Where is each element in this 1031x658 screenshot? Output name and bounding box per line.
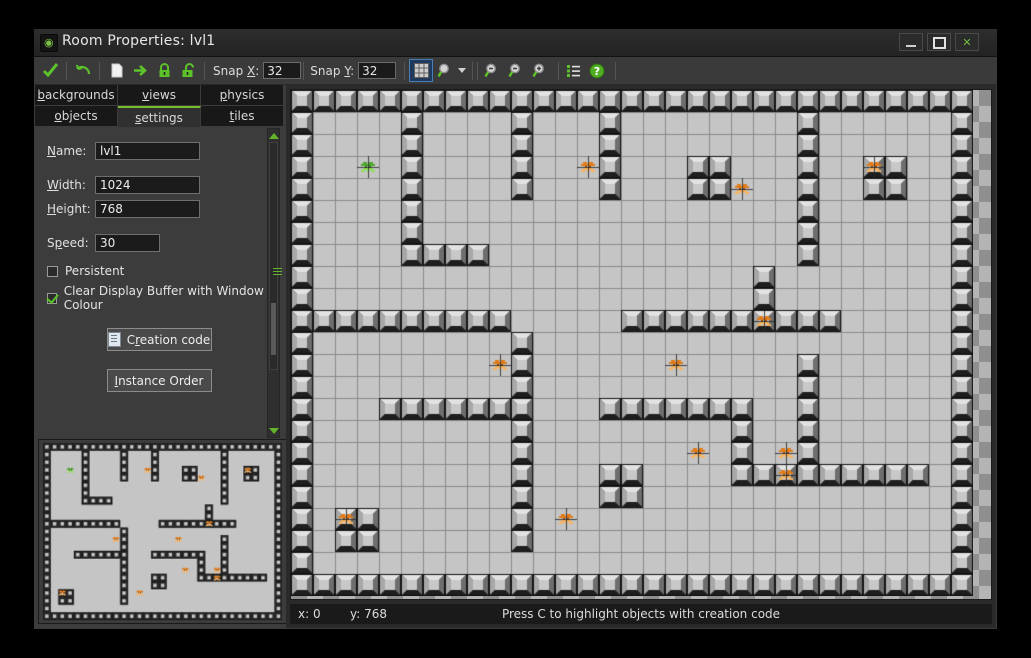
minimize-button[interactable]	[899, 33, 923, 51]
scroll-up-arrow-icon[interactable]	[268, 129, 279, 142]
room-tile-canvas[interactable]	[291, 90, 973, 596]
tab-physics-label: hysics	[227, 88, 265, 102]
gamemaker-icon: ◉	[40, 34, 58, 52]
left-panel: b ackgrounds v iews p hysics o bjects s ettin…	[35, 85, 288, 628]
tab-objects[interactable]: o bjects	[35, 106, 118, 127]
tab-tiles-label: iles	[234, 109, 255, 123]
status-bar: x: 0 y: 768 Press C to highlight objects…	[290, 604, 992, 624]
settings-form: Name: Width: Height: Speed: Persistent	[35, 128, 283, 438]
tab-row-1: b ackgrounds v iews p hysics	[35, 85, 283, 106]
tab-objects-label: bjects	[61, 109, 98, 123]
tab-backgrounds[interactable]: b ackgrounds	[35, 85, 118, 106]
window-title-bar: ◉ Room Properties: lvl1 ✕	[34, 29, 997, 57]
clear-buffer-checkbox-row[interactable]: Clear Display Buffer with Window Colour	[47, 284, 271, 312]
grid-icon[interactable]	[409, 59, 434, 82]
new-page-icon[interactable]	[104, 59, 128, 82]
name-input[interactable]	[95, 142, 200, 160]
tab-views[interactable]: v iews	[118, 85, 201, 106]
name-label: Name:	[47, 144, 87, 158]
confirm-ok-icon[interactable]	[38, 59, 62, 82]
room-canvas-viewport[interactable]	[290, 89, 992, 600]
speed-label: Speed:	[47, 236, 89, 250]
scrollbar-thumb[interactable]	[271, 303, 276, 355]
svg-text:?: ?	[594, 65, 600, 78]
speed-field-row: Speed:	[47, 234, 271, 252]
persistent-checkbox-row[interactable]: Persistent	[47, 264, 271, 278]
room-minimap-preview[interactable]	[38, 439, 288, 624]
clear-buffer-checkbox[interactable]	[47, 292, 57, 304]
zoom-in-icon[interactable]	[528, 59, 552, 82]
snap-x-input[interactable]	[263, 62, 302, 79]
tab-tiles[interactable]: t iles	[201, 106, 283, 127]
window-title: Room Properties: lvl1	[62, 33, 216, 49]
arrow-right-icon[interactable]	[128, 59, 152, 82]
lock-closed-icon[interactable]	[152, 59, 176, 82]
splitter-grip-icon[interactable]	[273, 268, 282, 277]
scroll-down-arrow-icon[interactable]	[268, 424, 279, 437]
document-icon	[107, 332, 121, 347]
tab-settings-label: ettings	[141, 110, 183, 125]
height-label: Height:	[47, 202, 91, 216]
tab-backgrounds-label: ackgrounds	[45, 88, 115, 102]
snap-y-input[interactable]	[358, 62, 397, 79]
width-label: Width:	[47, 178, 86, 192]
persistent-label: Persistent	[65, 264, 125, 278]
height-input[interactable]	[95, 200, 200, 218]
list-icon[interactable]	[561, 59, 585, 82]
instance-order-label: Instance Order	[114, 373, 204, 388]
persistent-checkbox[interactable]	[47, 265, 58, 277]
zoom-dropdown-caret-icon[interactable]	[458, 68, 467, 73]
clear-buffer-label: Clear Display Buffer with Window Colour	[63, 284, 264, 312]
creation-code-label: Creation code	[126, 332, 211, 347]
maximize-button[interactable]	[927, 33, 951, 51]
snap-x-label: Snap X:	[213, 63, 260, 78]
tab-views-label: iews	[149, 88, 176, 102]
room-view-panel: x: 0 y: 768 Press C to highlight objects…	[286, 85, 996, 628]
speed-input[interactable]	[95, 234, 160, 252]
help-icon[interactable]: ?	[585, 59, 609, 82]
tab-row-2: o bjects s ettings t iles	[35, 106, 283, 127]
width-input[interactable]	[95, 176, 200, 194]
zoom-out-icon[interactable]	[480, 59, 504, 82]
scrollbar-track[interactable]	[269, 142, 282, 370]
undo-icon[interactable]	[71, 59, 95, 82]
tab-settings[interactable]: s ettings	[118, 106, 201, 127]
status-hint-text: Press C to highlight objects with creati…	[501, 607, 781, 621]
room-properties-window: ◉ Room Properties: lvl1 ✕ Snap X: 32 Sna…	[33, 28, 998, 630]
snap-y-label: Snap Y:	[310, 63, 355, 78]
toolbar: Snap X: Snap Y: ?	[34, 57, 997, 85]
snap-x-group: Snap X:	[213, 62, 302, 79]
snap-y-group: Snap Y:	[310, 62, 397, 79]
height-field-row: Height:	[47, 200, 271, 218]
lock-open-icon[interactable]	[176, 59, 200, 82]
close-button[interactable]: ✕	[955, 33, 979, 51]
creation-code-button[interactable]: Creation code	[106, 328, 212, 351]
zoom-reset-icon[interactable]	[504, 59, 528, 82]
instance-order-button[interactable]: Instance Order	[106, 369, 212, 392]
width-field-row: Width:	[47, 176, 271, 194]
tab-bar: b ackgrounds v iews p hysics o bjects s ettin…	[35, 85, 283, 127]
magnifier-icon[interactable]	[433, 59, 457, 82]
tab-physics[interactable]: p hysics	[201, 85, 283, 106]
name-field-row: Name:	[47, 142, 271, 160]
left-panel-scrollbar[interactable]	[267, 128, 282, 438]
